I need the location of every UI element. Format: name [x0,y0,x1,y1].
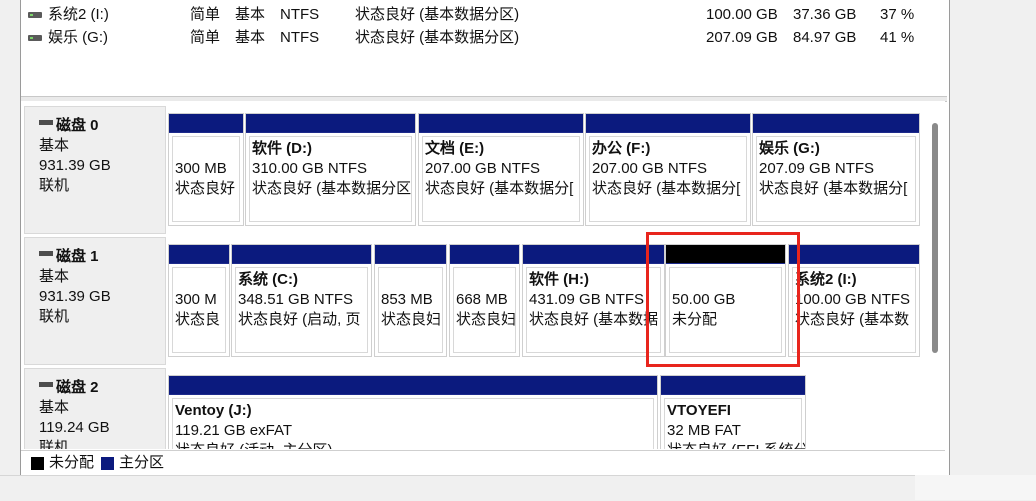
disk-label[interactable]: 磁盘 2 基本 119.24 GB 联机 [24,368,166,449]
partition[interactable]: VTOYEFI 32 MB FAT 状态良好 (EFI 系统分 [660,375,806,449]
partition-bar [789,245,919,264]
partition[interactable]: 娱乐 (G:) 207.09 GB NTFS 状态良好 (基本数据分[ [752,113,920,226]
disk-type: 基本 [39,399,70,416]
disk-state: 联机 [39,439,70,449]
volume-row[interactable]: 系统2 (I:) 简单 基本 NTFS 状态良好 (基本数据分区) 100.00… [21,4,945,26]
disk-state: 联机 [39,308,70,325]
disk-row-0: 磁盘 0 基本 931.39 GB 联机 300 MB 状态良好 软件 (D:)… [21,106,945,234]
primary-swatch [101,457,114,470]
volume-list: 系统2 (I:) 简单 基本 NTFS 状态良好 (基本数据分区) 100.00… [21,0,945,96]
partition-bar [169,245,229,264]
volume-status: 状态良好 (基本数据分区) [355,29,520,46]
volume-free-percent: 37 % [880,6,915,23]
partition-bar [375,245,446,264]
partition[interactable]: 668 MB 状态良妇 [449,244,520,357]
disk-name: 磁盘 1 [56,248,99,265]
partition-bar [169,114,243,133]
partition-bar [753,114,919,133]
disk-icon [39,119,53,125]
unallocated-swatch [31,457,44,470]
volume-fs: NTFS [280,6,320,23]
partition[interactable]: 软件 (D:) 310.00 GB NTFS 状态良好 (基本数据分区 [245,113,416,226]
partition-bar [246,114,415,133]
disk-label[interactable]: 磁盘 0 基本 931.39 GB 联机 [24,106,166,234]
status-bar-right [915,475,1036,500]
partition[interactable]: Ventoy (J:) 119.21 GB exFAT 状态良好 (活动, 主分… [168,375,658,449]
partition[interactable]: 文档 (E:) 207.00 GB NTFS 状态良好 (基本数据分[ [418,113,584,226]
volume-free: 84.97 GB [793,29,857,46]
disk-size: 119.24 GB [39,419,110,436]
disk-size: 931.39 GB [39,157,111,174]
volume-free: 37.36 GB [793,6,857,23]
volume-layout: 简单 [190,29,221,46]
disk-map-area: 磁盘 0 基本 931.39 GB 联机 300 MB 状态良好 软件 (D:)… [21,101,945,449]
disk-label[interactable]: 磁盘 1 基本 931.39 GB 联机 [24,237,166,365]
disk-icon [39,250,53,256]
drive-icon [28,35,42,41]
partition-bar [169,376,657,395]
legend: 未分配 主分区 [21,450,945,475]
disk-type: 基本 [39,137,70,154]
disk-type: 基本 [39,268,70,285]
partition-bar [523,245,664,264]
partition[interactable]: 300 M 状态良 [168,244,230,357]
highlight-box [646,232,800,367]
volume-status: 状态良好 (基本数据分区) [355,6,520,23]
disk-name: 磁盘 2 [56,379,99,396]
partition[interactable]: 系统 (C:) 348.51 GB NTFS 状态良好 (启动, 页 [231,244,372,357]
partition-bar [232,245,371,264]
volume-name: 系统2 (I:) [48,6,109,23]
volume-fs: NTFS [280,29,320,46]
scrollbar-thumb[interactable] [932,123,938,353]
partition[interactable]: 软件 (H:) 431.09 GB NTFS 状态良好 (基本数据 [522,244,665,357]
partition-bar [661,376,805,395]
legend-unallocated: 未分配 [49,454,95,471]
partition[interactable]: 853 MB 状态良妇 [374,244,447,357]
volume-free-percent: 41 % [880,29,915,46]
disk-state: 联机 [39,177,70,194]
disk-size: 931.39 GB [39,288,111,305]
partition[interactable]: 300 MB 状态良好 [168,113,244,226]
partition[interactable]: 系统2 (I:) 100.00 GB NTFS 状态良好 (基本数 [788,244,920,357]
partition-bar [450,245,519,264]
legend-primary: 主分区 [119,454,165,471]
volume-layout: 简单 [190,6,221,23]
disk-row-2: 磁盘 2 基本 119.24 GB 联机 Ventoy (J:) 119.21 … [21,368,945,449]
volume-capacity: 207.09 GB [706,29,778,46]
volume-name: 娱乐 (G:) [48,29,108,46]
partition-bar [586,114,750,133]
partition-bar [419,114,583,133]
volume-row[interactable]: 娱乐 (G:) 简单 基本 NTFS 状态良好 (基本数据分区) 207.09 … [21,27,945,49]
disk-name: 磁盘 0 [56,117,99,134]
volume-type: 基本 [235,29,266,46]
drive-icon [28,12,42,18]
volume-type: 基本 [235,6,266,23]
volume-capacity: 100.00 GB [706,6,778,23]
disk-row-1: 磁盘 1 基本 931.39 GB 联机 300 M 状态良 系统 (C:) 3… [21,237,945,365]
partition[interactable]: 办公 (F:) 207.00 GB NTFS 状态良好 (基本数据分[ [585,113,751,226]
disk-icon [39,381,53,387]
status-bar [0,475,1036,501]
vertical-scrollbar[interactable] [926,101,943,449]
